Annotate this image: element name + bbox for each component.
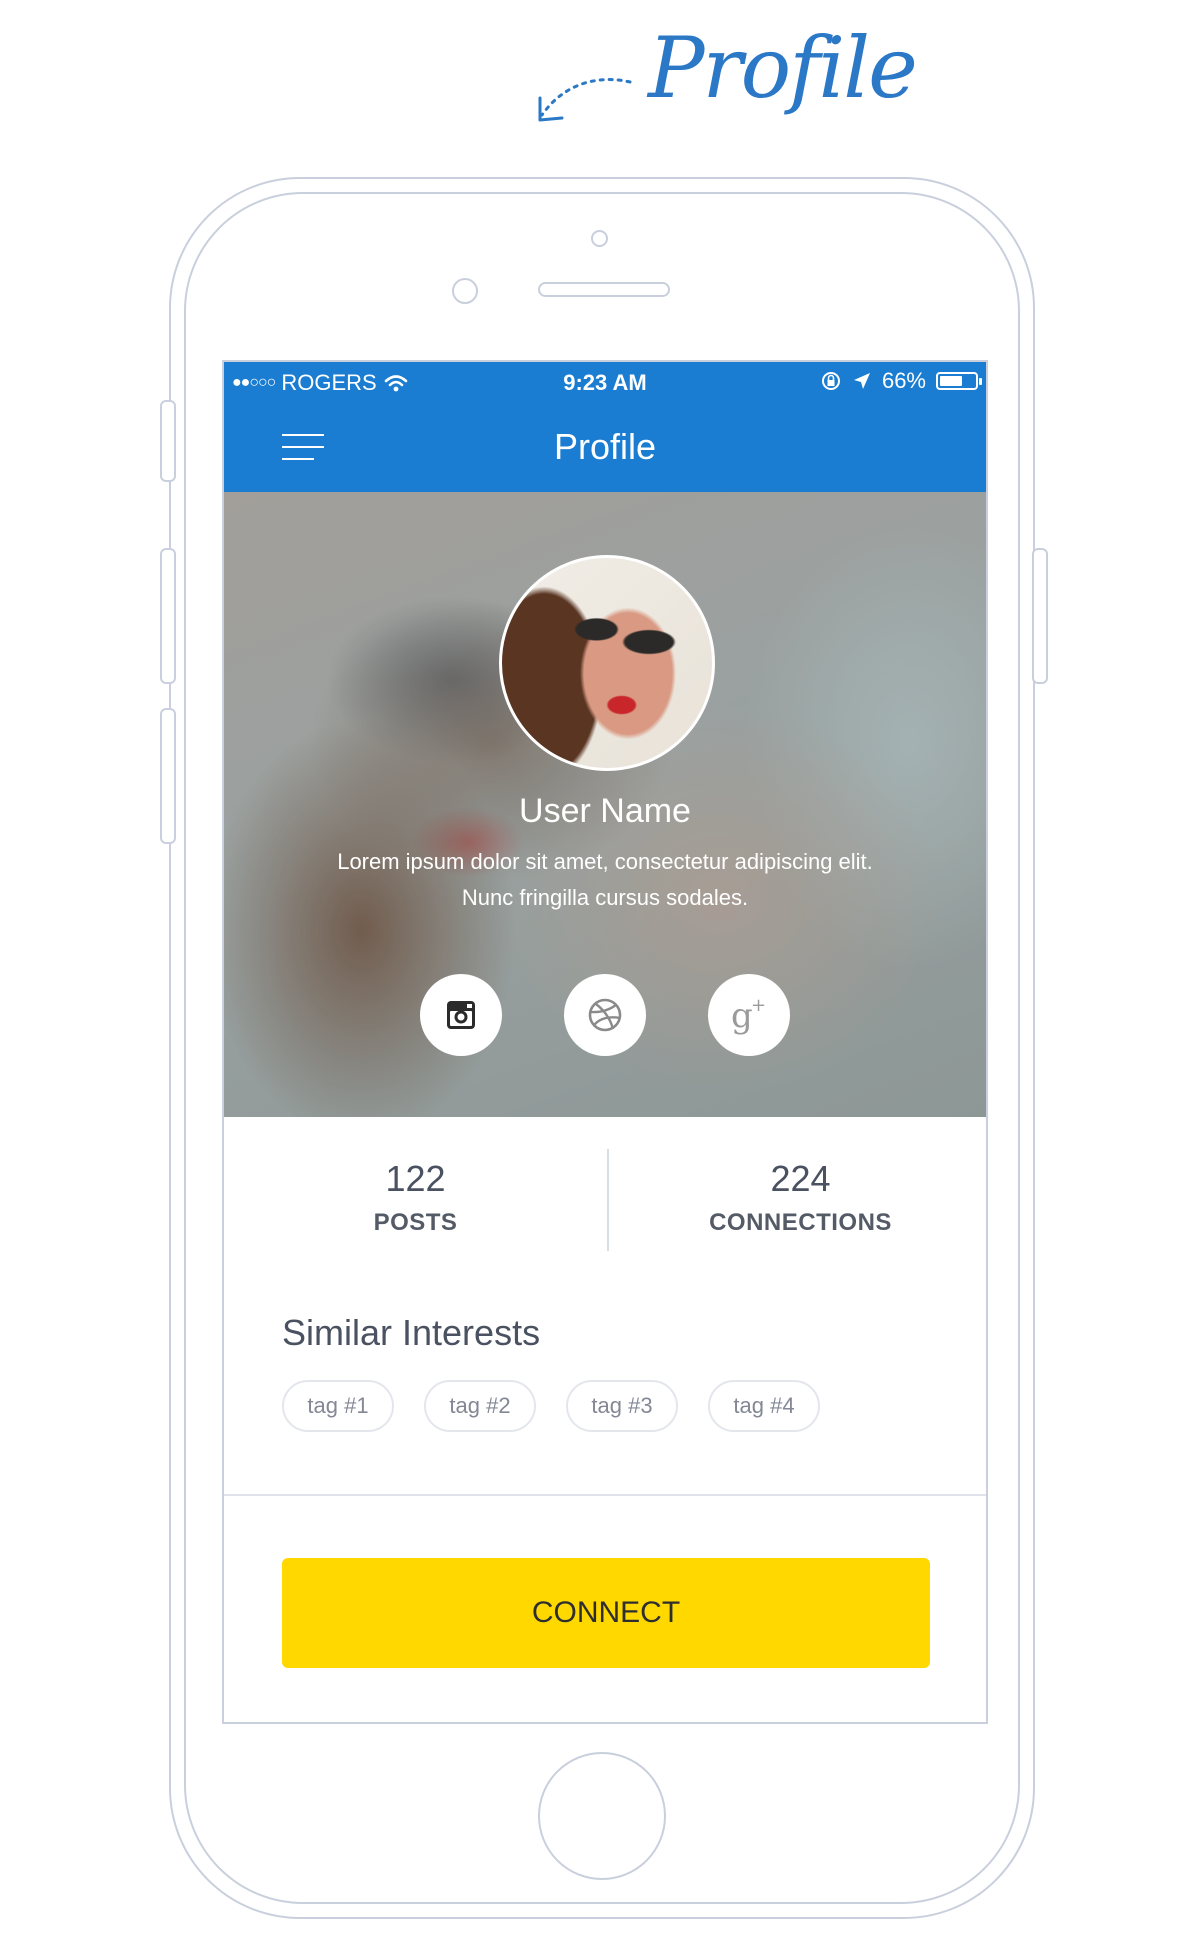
user-bio: Lorem ipsum dolor sit amet, consectetur …: [284, 844, 926, 916]
proximity-sensor: [452, 278, 478, 304]
battery-fill: [940, 376, 963, 386]
posts-label: POSTS: [373, 1209, 458, 1236]
status-bar: ●●○○○ ROGERS 9:23 AM 66%: [224, 362, 986, 402]
connections-count: 224: [770, 1158, 831, 1199]
mute-switch: [160, 400, 176, 482]
connect-button[interactable]: CONNECT: [282, 1558, 930, 1668]
annotation: Profile: [530, 22, 918, 132]
connections-label: CONNECTIONS: [709, 1209, 892, 1236]
google-plus-icon: g +: [731, 995, 766, 1036]
interest-tag[interactable]: tag #3: [566, 1380, 678, 1432]
svg-text:+: +: [751, 995, 766, 1016]
posts-count: 122: [385, 1158, 446, 1199]
screen: ●●○○○ ROGERS 9:23 AM 66% Profile User Na…: [222, 360, 988, 1724]
earpiece-speaker: [538, 282, 670, 297]
google-plus-button[interactable]: g +: [708, 974, 790, 1056]
front-camera: [591, 230, 608, 247]
volume-up-button: [160, 548, 176, 684]
interest-tags: tag #1 tag #2 tag #3 tag #4: [282, 1380, 820, 1432]
interests-title: Similar Interests: [282, 1312, 541, 1353]
svg-text:g: g: [731, 996, 753, 1036]
home-button[interactable]: [538, 1752, 666, 1880]
profile-header: User Name Lorem ipsum dolor sit amet, co…: [224, 492, 986, 1117]
instagram-icon: [447, 1001, 475, 1029]
dribbble-icon: [588, 998, 622, 1032]
interest-tag[interactable]: tag #2: [424, 1380, 536, 1432]
social-links: g +: [224, 974, 986, 1056]
status-right: 66%: [820, 368, 982, 394]
bio-line-1: Lorem ipsum dolor sit amet, consectetur …: [337, 849, 873, 874]
instagram-button[interactable]: [420, 974, 502, 1056]
bio-line-2: Nunc fringilla cursus sodales.: [461, 885, 749, 910]
dribbble-button[interactable]: [564, 974, 646, 1056]
nav-bar: Profile: [224, 402, 986, 492]
interest-tag[interactable]: tag #1: [282, 1380, 394, 1432]
location-arrow-icon: [853, 373, 870, 389]
power-button: [1032, 548, 1048, 684]
annotation-label: Profile: [648, 19, 918, 117]
battery-tip: [979, 378, 982, 385]
connections-stat[interactable]: 224 CONNECTIONS: [609, 1157, 986, 1237]
battery-icon: [936, 372, 982, 390]
interest-tag[interactable]: tag #4: [708, 1380, 820, 1432]
curved-arrow-icon: [538, 78, 632, 122]
stats-panel: 122 POSTS 224 CONNECTIONS: [224, 1117, 986, 1312]
user-name: User Name: [519, 792, 691, 830]
posts-stat[interactable]: 122 POSTS: [224, 1157, 607, 1237]
rotation-lock-icon: [821, 372, 840, 390]
nav-title: Profile: [553, 426, 657, 467]
volume-down-button: [160, 708, 176, 844]
divider: [224, 1494, 986, 1496]
avatar: [499, 555, 715, 771]
battery-percent: 66%: [881, 368, 926, 393]
